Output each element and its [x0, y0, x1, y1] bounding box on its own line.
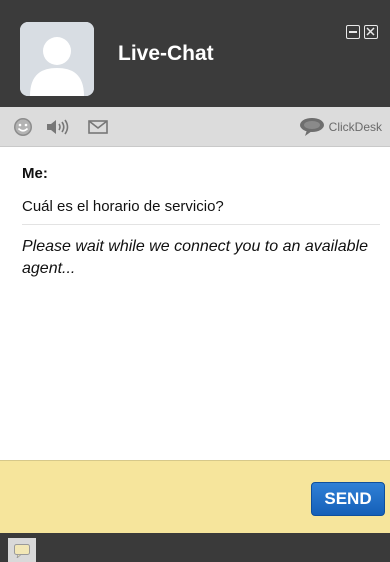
- chat-input[interactable]: [6, 467, 306, 531]
- sound-icon[interactable]: [46, 119, 70, 140]
- brand-label: ClickDesk: [328, 120, 382, 134]
- close-icon[interactable]: [364, 25, 378, 39]
- user-silhouette-icon: [20, 22, 94, 96]
- system-message: Please wait while we connect you to an a…: [22, 238, 368, 277]
- chat-title: Live-Chat: [118, 42, 214, 65]
- footer-chat-tab[interactable]: [8, 538, 36, 562]
- chat-footer: [0, 533, 390, 562]
- mail-icon[interactable]: [88, 120, 108, 139]
- chat-bubble-icon: [14, 544, 30, 558]
- clickdesk-brand[interactable]: ClickDesk: [299, 117, 382, 137]
- message-divider: [22, 224, 380, 225]
- chat-bubble-icon: [299, 118, 324, 136]
- message-text: Cuál es el horario de servicio?: [22, 198, 224, 215]
- send-button[interactable]: SEND: [311, 482, 385, 516]
- live-chat-widget: Live-Chat ClickDesk Me: Cuál es el horar…: [0, 0, 390, 562]
- message-area: Me: Cuál es el horario de servicio? Plea…: [0, 148, 390, 460]
- message-sender: Me:: [22, 165, 48, 182]
- emoji-icon[interactable]: [12, 117, 34, 142]
- chat-header: Live-Chat: [0, 0, 390, 107]
- chat-toolbar: ClickDesk: [0, 107, 390, 147]
- agent-avatar: [20, 22, 94, 96]
- input-area: SEND: [0, 460, 390, 533]
- minimize-icon[interactable]: [346, 25, 360, 39]
